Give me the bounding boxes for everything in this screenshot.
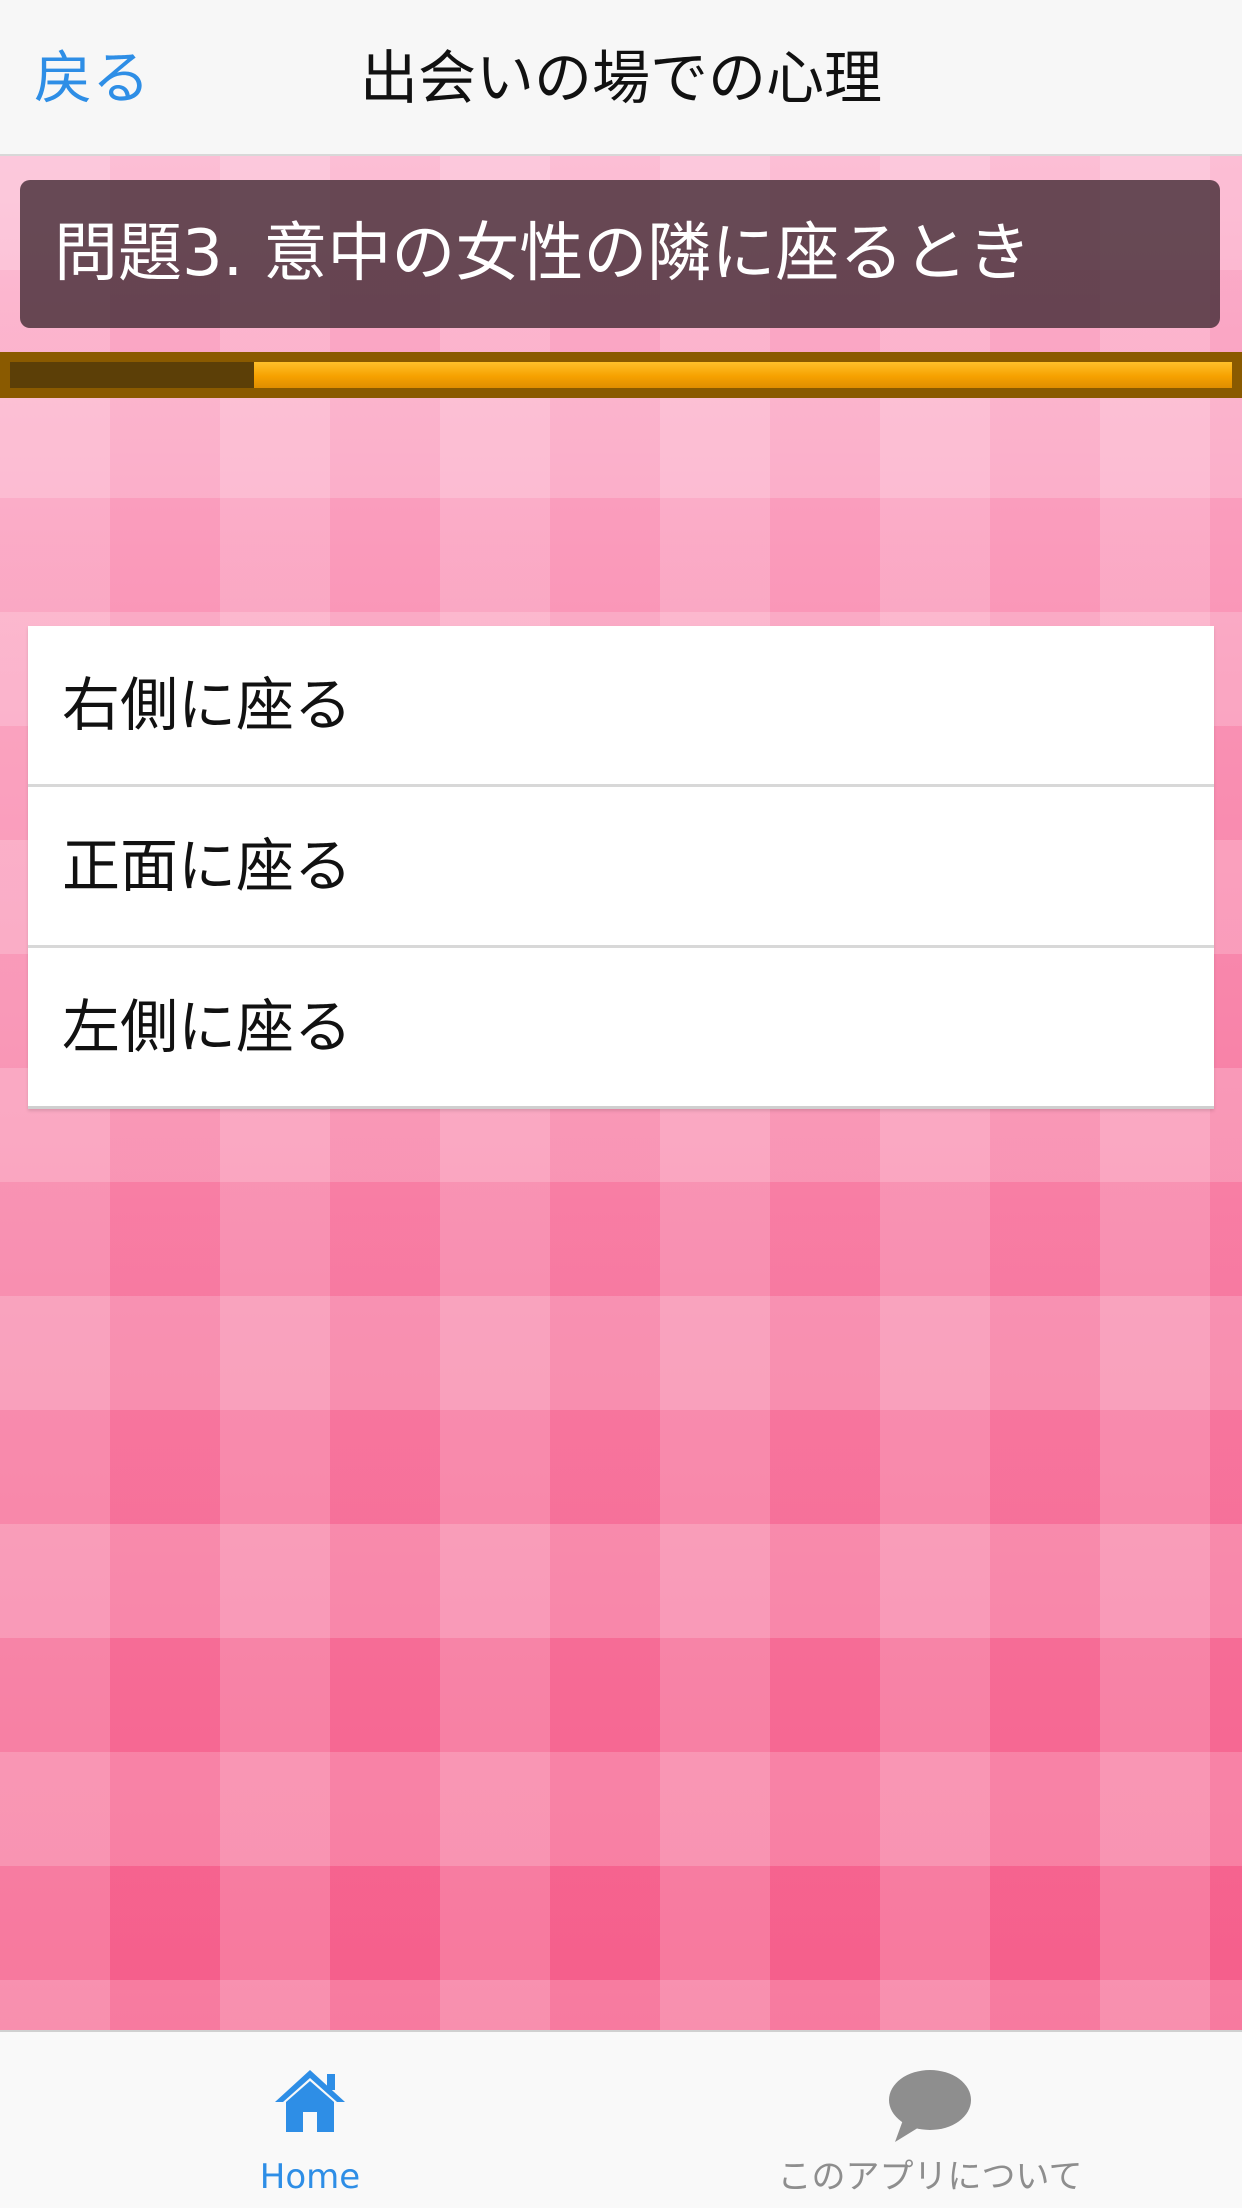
answer-option-left-side[interactable]: 左側に座る [28, 948, 1214, 1109]
question-box: 問題3. 意中の女性の隣に座るとき [20, 180, 1220, 328]
tab-about-app[interactable]: このアプリについて [760, 2032, 1100, 2208]
tab-home[interactable]: Home [210, 2032, 410, 2208]
answer-option-right-side[interactable]: 右側に座る [28, 626, 1214, 787]
tab-about-label: このアプリについて [777, 2157, 1083, 2197]
tab-bar: Home このアプリについて [0, 2030, 1242, 2208]
progress-bar [0, 352, 1242, 398]
home-icon [273, 2068, 347, 2138]
progress-bar-track [10, 362, 1232, 388]
navigation-bar: 戻る 出会いの場での心理 [0, 0, 1242, 156]
answer-option-front[interactable]: 正面に座る [28, 787, 1214, 948]
question-text: 問題3. 意中の女性の隣に座るとき [54, 217, 1032, 291]
answer-options-list: 右側に座る 正面に座る 左側に座る [28, 626, 1214, 1109]
page-title: 出会いの場での心理 [359, 44, 882, 112]
speech-bubble-icon [887, 2068, 973, 2148]
progress-bar-fill [10, 362, 254, 388]
tab-home-label: Home [259, 2157, 361, 2197]
